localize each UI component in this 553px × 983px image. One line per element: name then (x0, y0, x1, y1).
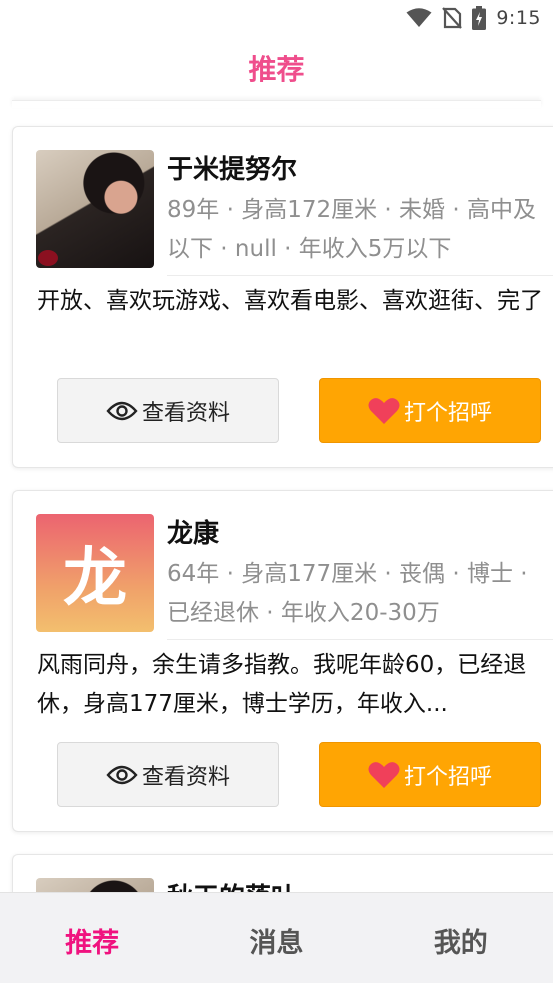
card-divider (167, 639, 553, 640)
top-bar: 推荐 (0, 36, 553, 100)
app-root: 9:15 推荐 于米提努尔 89年 · 身高172厘米 · 未婚 · 高中及以下… (0, 0, 553, 983)
profile-meta: 89年 · 身高172厘米 · 未婚 · 高中及以下 · null · 年收入5… (167, 197, 536, 262)
profile-name: 于米提努尔 (167, 155, 298, 185)
card-divider (167, 275, 553, 276)
view-profile-button[interactable]: 查看资料 (57, 742, 279, 807)
profile-name: 龙康 (167, 519, 220, 549)
heart-icon (368, 397, 400, 425)
profile-meta: 64年 · 身高177厘米 · 丧偶 · 博士 · 已经退休 · 年收入20-3… (167, 561, 528, 626)
profile-bio: 风雨同舟，余生请多指教。我呢年龄60，已经退休，身高177厘米，博士学历，年收入… (37, 652, 527, 717)
no-sim-icon (442, 7, 463, 29)
view-profile-label: 查看资料 (141, 400, 230, 426)
heart-icon (368, 761, 400, 789)
profile-name: 秋天的落叶 (167, 877, 297, 892)
greet-button[interactable]: 打个招呼 (319, 742, 541, 807)
view-profile-label: 查看资料 (141, 764, 230, 790)
header-divider (12, 100, 541, 108)
eye-icon (106, 400, 138, 422)
avatar[interactable] (36, 150, 154, 268)
profile-bio: 开放、喜欢玩游戏、喜欢看电影、喜欢逛街、完了 (37, 288, 543, 314)
avatar[interactable] (36, 878, 154, 892)
eye-icon (106, 764, 138, 786)
nav-tab-messages[interactable]: 消息 (184, 921, 368, 960)
avatar-letter: 龙 (63, 542, 127, 616)
profile-card[interactable]: 秋天的落叶 (12, 854, 553, 892)
nav-tab-recommend[interactable]: 推荐 (0, 921, 184, 960)
bottom-nav: 推荐 消息 我的 (0, 892, 553, 983)
page-title: 推荐 (248, 53, 305, 86)
avatar[interactable]: 龙 (36, 514, 154, 632)
recommendation-feed[interactable]: 于米提努尔 89年 · 身高172厘米 · 未婚 · 高中及以下 · null … (0, 108, 553, 892)
nav-tab-mine[interactable]: 我的 (369, 921, 553, 960)
rose-decoration (38, 250, 58, 266)
greet-label: 打个招呼 (403, 400, 492, 426)
profile-card[interactable]: 于米提努尔 89年 · 身高172厘米 · 未婚 · 高中及以下 · null … (12, 126, 553, 468)
status-time: 9:15 (496, 7, 541, 29)
wifi-icon (406, 8, 432, 28)
greet-button[interactable]: 打个招呼 (319, 378, 541, 443)
greet-label: 打个招呼 (403, 764, 492, 790)
view-profile-button[interactable]: 查看资料 (57, 378, 279, 443)
battery-charging-icon (472, 6, 487, 30)
status-bar: 9:15 (0, 0, 553, 36)
profile-card[interactable]: 龙 龙康 64年 · 身高177厘米 · 丧偶 · 博士 · 已经退休 · 年收… (12, 490, 553, 832)
